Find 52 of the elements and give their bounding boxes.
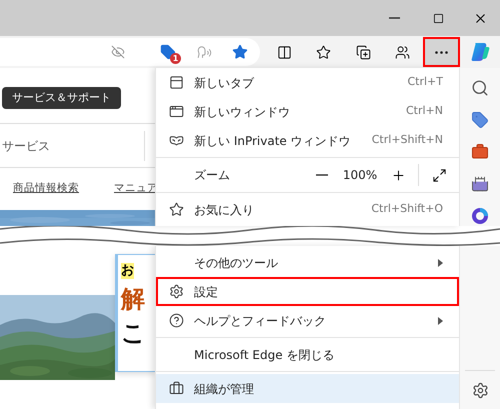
menu-item[interactable]: ヘルプとフィードバック [156,306,459,335]
menu-item[interactable]: 新しいタブ Ctrl+T [156,68,459,97]
settings-icon [168,284,184,299]
menu-item[interactable]: Microsoft Edge を閉じる [156,340,459,369]
tab-icon [168,75,184,90]
menu-item[interactable]: 設定 [156,277,459,306]
settings-icon[interactable] [472,382,488,398]
shortcut-text: Ctrl+Shift+O [371,201,444,218]
star-icon [168,202,184,217]
search-icon[interactable] [471,79,489,97]
nav-link[interactable]: 商品情報検索 [13,181,79,197]
split-screen-icon [276,44,292,60]
menu-item-label: ズーム [193,167,230,184]
window-icon [168,104,184,119]
shortcut-text: Ctrl+Shift+N [372,132,444,148]
banner-heading: 解 [121,285,146,313]
speaking-head-icon [196,44,212,60]
notification-badge: 1 [170,53,181,64]
plus-icon [390,168,406,182]
shortcut-text: Ctrl+T [407,74,444,90]
minus-icon [316,174,328,176]
menu-item[interactable]: 新しいウィンドウ Ctrl+N [156,97,459,126]
zoom-level: 100% [342,167,378,184]
people-icon [395,44,410,60]
tag-button[interactable]: 1 [150,39,186,65]
menu-item[interactable]: 新しい InPrivate ウィンドウ Ctrl+Shift+N [156,126,459,155]
tag-icon[interactable] [471,111,489,129]
menu-item[interactable]: お気に入り Ctrl+Shift+O [156,195,459,224]
star-icon [232,44,248,60]
menu-item[interactable]: その他のツール [156,248,459,277]
submenu-arrow-icon [438,316,443,324]
support-button[interactable]: サービス＆サポート [2,87,121,110]
minimize-icon [388,17,400,19]
help-icon [168,313,184,328]
expand-icon [432,168,446,182]
more-icon [435,50,448,54]
briefcase-icon [168,381,184,396]
office-logo-icon[interactable] [471,207,489,225]
banner-text: お [121,263,134,279]
maximize-icon [432,12,444,24]
star-outline-icon [316,44,332,60]
address-bar[interactable]: 1 [0,38,260,66]
collections-icon [356,44,371,60]
toolbox-icon[interactable] [471,143,489,161]
nav-label[interactable]: サービス [0,136,50,154]
menu-item[interactable]: 組織が管理 [156,374,459,403]
shortcut-text: Ctrl+N [406,103,444,120]
submenu-arrow-icon [438,258,443,266]
crossed-eye-icon [111,45,125,59]
copilot-logo-icon[interactable] [469,41,492,63]
banner-heading: こ [121,319,147,347]
more-button[interactable] [422,37,460,67]
